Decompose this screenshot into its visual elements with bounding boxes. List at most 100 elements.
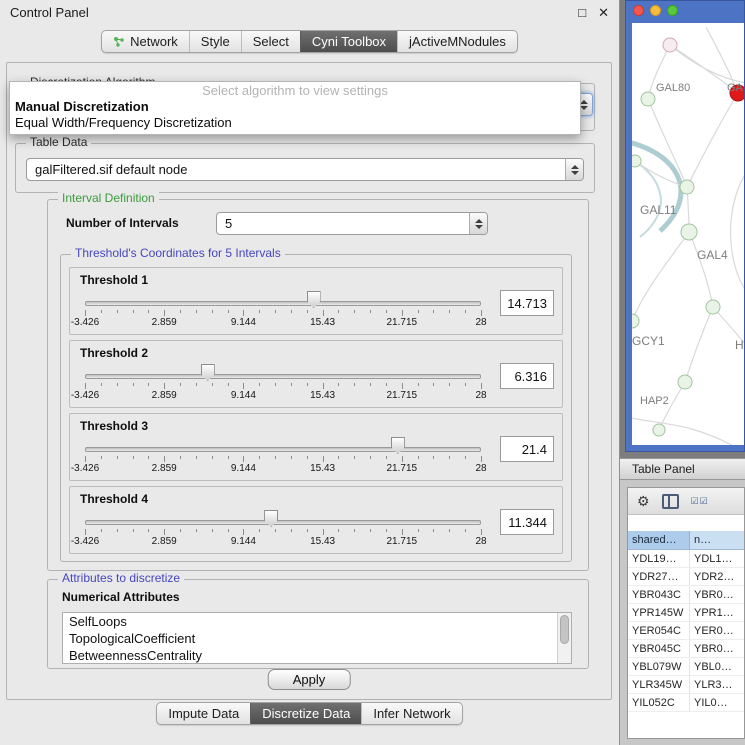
select-columns-icon[interactable]: ☑☑: [691, 496, 709, 507]
slider-track[interactable]: [85, 447, 481, 452]
threshold-label: Threshold 1: [80, 273, 554, 287]
attribute-item[interactable]: SelfLoops: [63, 613, 571, 630]
gear-icon[interactable]: ⚙: [637, 494, 650, 508]
table-row[interactable]: YBL079WYBL0…: [628, 658, 744, 676]
table-cell-name[interactable]: YDR2…: [690, 568, 744, 585]
network-node[interactable]: [680, 180, 694, 194]
algorithm-option-equal-width[interactable]: Equal Width/Frequency Discretization: [10, 115, 580, 131]
slider-tick: [259, 529, 260, 532]
table-cell-shared-name[interactable]: YER054C: [628, 622, 690, 639]
table-cell-shared-name[interactable]: YDL19…: [628, 550, 690, 567]
float-panel-icon[interactable]: □: [578, 6, 586, 19]
threshold-value-field[interactable]: 21.4: [500, 436, 554, 462]
threshold-label: Threshold 2: [80, 346, 554, 360]
numerical-attributes-listbox[interactable]: SelfLoopsTopologicalCoefficientBetweenne…: [62, 612, 572, 664]
table-row[interactable]: YDL19…YDL1…: [628, 550, 744, 568]
table-row[interactable]: YBR043CYBR0…: [628, 586, 744, 604]
threshold-slider[interactable]: -3.4262.8599.14415.4321.71528: [78, 360, 488, 404]
table-cell-shared-name[interactable]: YIL052C: [628, 694, 690, 711]
algorithm-option-manual[interactable]: Manual Discretization: [10, 99, 580, 115]
number-of-intervals-combobox[interactable]: 5: [216, 212, 488, 235]
close-window-icon[interactable]: [633, 5, 644, 16]
network-node[interactable]: [632, 155, 641, 167]
listbox-scrollbar-thumb[interactable]: [560, 615, 569, 644]
threshold-value-field[interactable]: 11.344: [500, 509, 554, 535]
listbox-scrollbar[interactable]: [557, 613, 571, 663]
slider-tick: [243, 310, 244, 316]
slider-track[interactable]: [85, 301, 481, 306]
table-cell-name[interactable]: YDL1…: [690, 550, 744, 567]
tab-jactivemnodules[interactable]: jActiveMNodules: [397, 31, 517, 52]
table-cell-shared-name[interactable]: YBR045C: [628, 640, 690, 657]
table-cell-name[interactable]: YER0…: [690, 622, 744, 639]
tab-select[interactable]: Select: [241, 31, 300, 52]
slider-track[interactable]: [85, 374, 481, 379]
table-cell-name[interactable]: YBR0…: [690, 640, 744, 657]
column-header-shared-name[interactable]: shared…: [628, 531, 690, 549]
threshold-value-field[interactable]: 14.713: [500, 290, 554, 316]
network-node[interactable]: [678, 375, 692, 389]
threshold-slider[interactable]: -3.4262.8599.14415.4321.71528: [78, 433, 488, 477]
network-node[interactable]: [706, 300, 720, 314]
column-header-name[interactable]: n…: [690, 531, 744, 549]
network-node[interactable]: [663, 38, 677, 52]
network-node[interactable]: [653, 424, 665, 436]
network-node[interactable]: [641, 92, 655, 106]
table-row[interactable]: YBR045CYBR0…: [628, 640, 744, 658]
tab-cyni-toolbox[interactable]: Cyni Toolbox: [300, 31, 397, 52]
threshold-slider[interactable]: -3.4262.8599.14415.4321.71528: [78, 506, 488, 550]
table-data-combobox[interactable]: galFiltered.sif default node: [26, 158, 584, 181]
table-cell-shared-name[interactable]: YBR043C: [628, 586, 690, 603]
thresholds-group: Threshold's Coordinates for 5 Intervals …: [60, 254, 572, 562]
interval-definition-group: Interval Definition Number of Intervals …: [47, 199, 589, 571]
table-row[interactable]: YIL052CYIL0…: [628, 694, 744, 712]
combo-stepper-icon[interactable]: [565, 159, 583, 180]
network-node-label: GAL11: [640, 203, 677, 217]
network-canvas[interactable]: GAL80GAGAL11GAL4GCY1HHAP2: [632, 23, 744, 445]
slider-tick: [323, 310, 324, 316]
minimize-window-icon[interactable]: [650, 5, 661, 16]
slider-tick: [291, 456, 292, 459]
threshold-panel-3: Threshold 3-3.4262.8599.14415.4321.71528…: [69, 413, 563, 481]
table-cell-name[interactable]: YPR1…: [690, 604, 744, 621]
table-cell-name[interactable]: YBR0…: [690, 586, 744, 603]
table-row[interactable]: YPR145WYPR1…: [628, 604, 744, 622]
table-cell-name[interactable]: YIL0…: [690, 694, 744, 711]
table-row[interactable]: YLR345WYLR3…: [628, 676, 744, 694]
apply-button[interactable]: Apply: [268, 669, 351, 690]
slider-tick-label: -3.426: [71, 317, 99, 328]
threshold-slider[interactable]: -3.4262.8599.14415.4321.71528: [78, 287, 488, 331]
tab-style[interactable]: Style: [189, 31, 241, 52]
attribute-item[interactable]: BetweennessCentrality: [63, 647, 571, 664]
combo-stepper-icon[interactable]: [469, 213, 487, 234]
table-cell-shared-name[interactable]: YBL079W: [628, 658, 690, 675]
tab-network[interactable]: Network: [102, 31, 189, 52]
slider-tick-label: 2.859: [152, 536, 177, 547]
threshold-value-field[interactable]: 6.316: [500, 363, 554, 389]
close-panel-icon[interactable]: ✕: [598, 6, 609, 19]
table-row[interactable]: YDR27…YDR2…: [628, 568, 744, 586]
table-cell-name[interactable]: YLR3…: [690, 676, 744, 693]
zoom-window-icon[interactable]: [667, 5, 678, 16]
slider-tick: [148, 383, 149, 386]
slider-tick: [402, 310, 403, 316]
number-of-intervals-value: 5: [217, 213, 469, 234]
tab-impute-data[interactable]: Impute Data: [157, 703, 250, 724]
slider-tick: [133, 529, 134, 532]
network-node[interactable]: [681, 224, 697, 240]
tab-infer-network[interactable]: Infer Network: [361, 703, 461, 724]
table-cell-shared-name[interactable]: YDR27…: [628, 568, 690, 585]
network-view-window[interactable]: GAL80GAGAL11GAL4GCY1HHAP2: [625, 0, 745, 452]
slider-tick: [164, 529, 165, 535]
table-row[interactable]: YER054CYER0…: [628, 622, 744, 640]
slider-tick: [101, 383, 102, 386]
table-cell-shared-name[interactable]: YLR345W: [628, 676, 690, 693]
slider-track[interactable]: [85, 520, 481, 525]
table-cell-shared-name[interactable]: YPR145W: [628, 604, 690, 621]
attribute-item[interactable]: TopologicalCoefficient: [63, 630, 571, 647]
table-columns-icon[interactable]: [662, 494, 679, 509]
table-cell-name[interactable]: YBL0…: [690, 658, 744, 675]
network-node[interactable]: [632, 314, 639, 328]
threshold-panel-4: Threshold 4-3.4262.8599.14415.4321.71528…: [69, 486, 563, 554]
tab-discretize-data[interactable]: Discretize Data: [250, 703, 361, 724]
